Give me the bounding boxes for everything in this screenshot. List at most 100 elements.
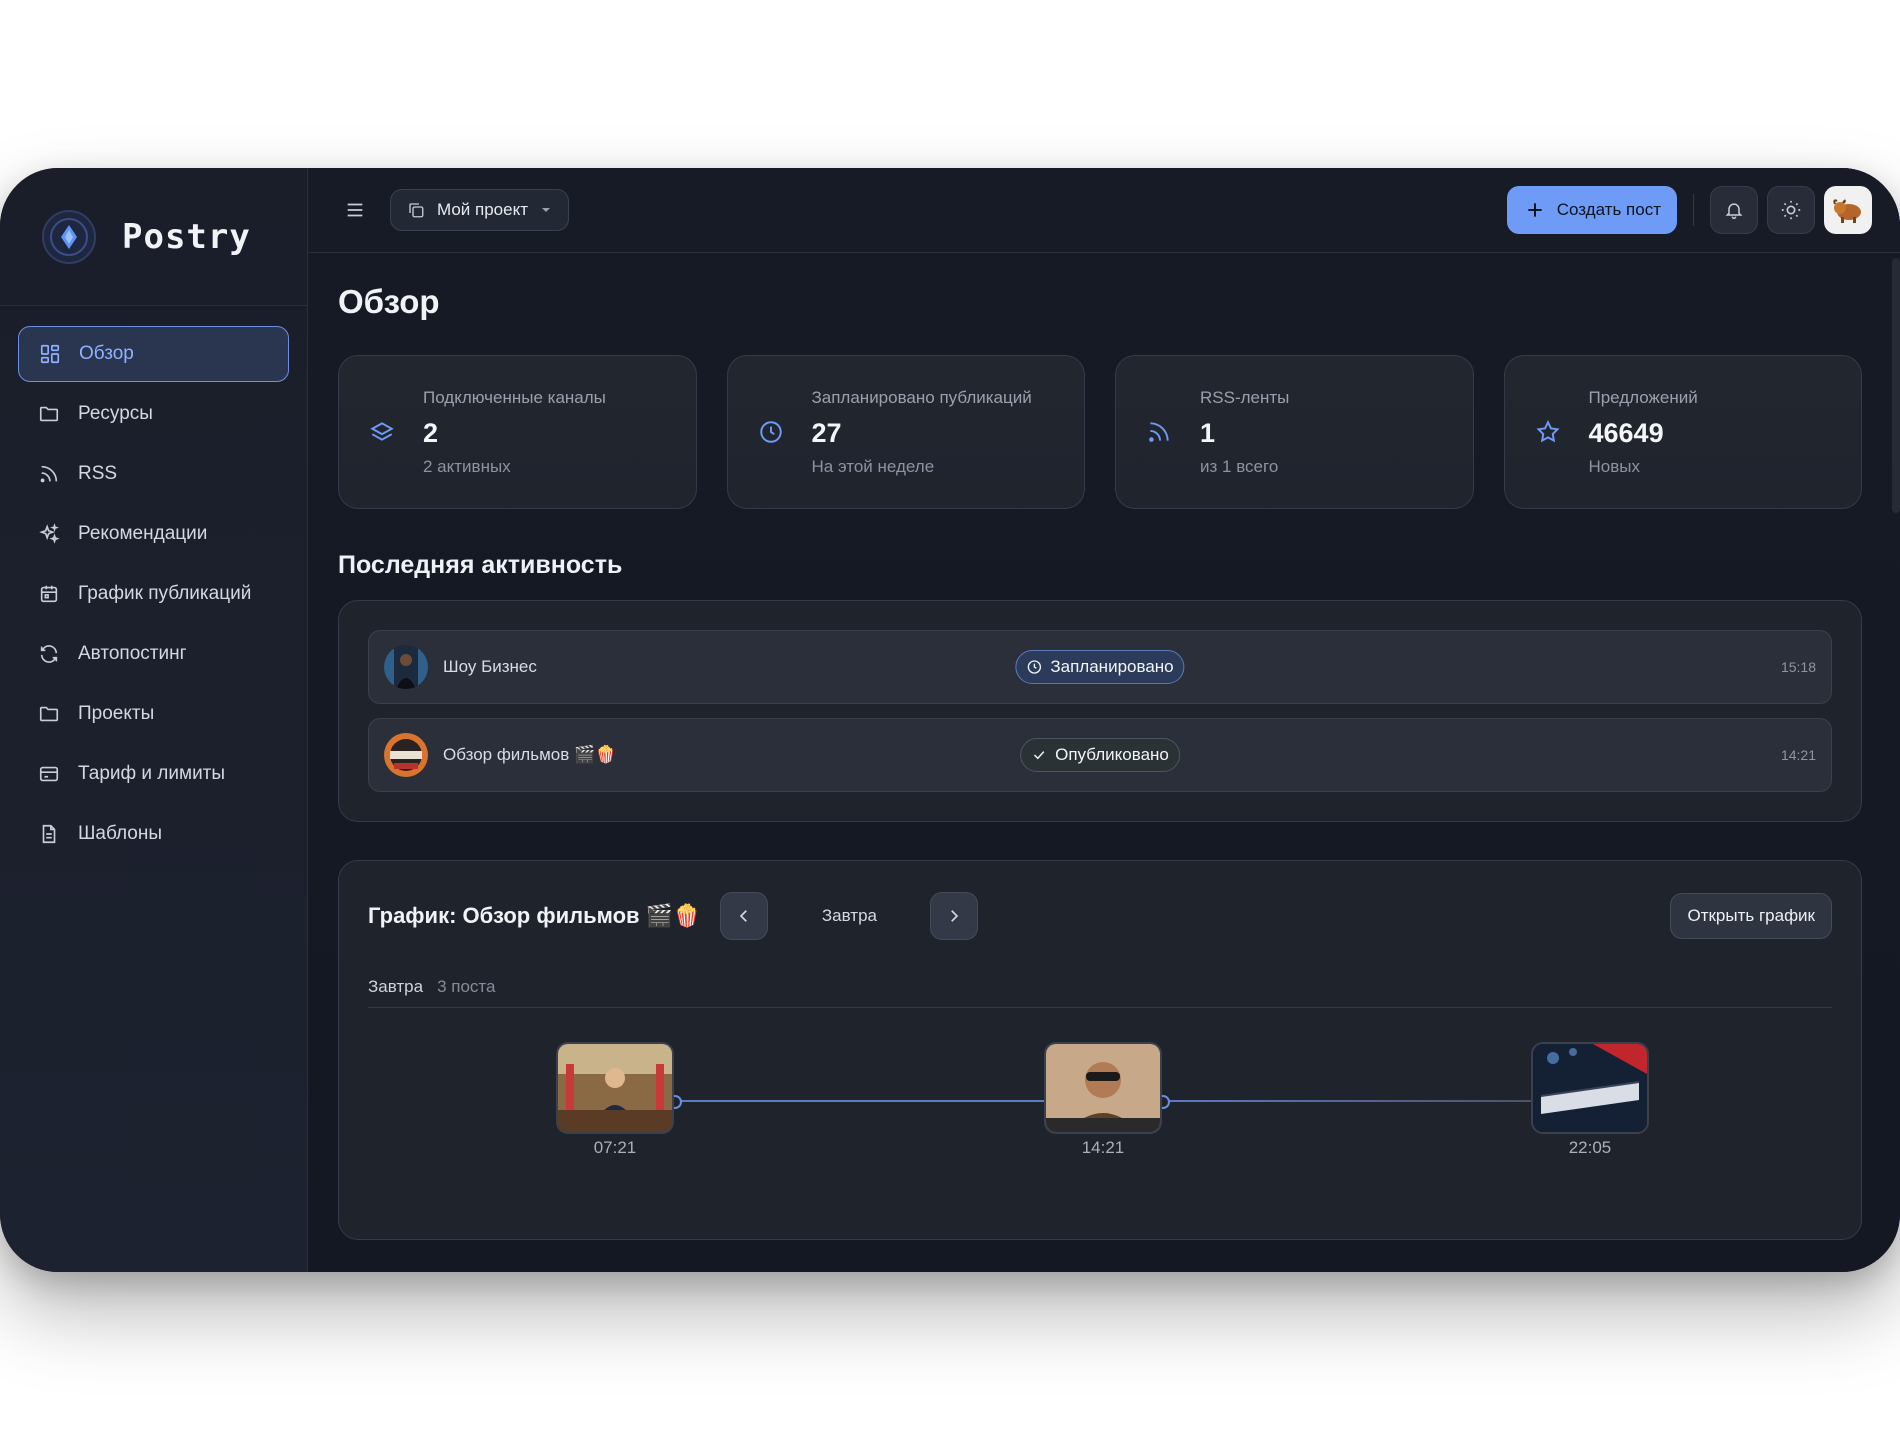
topbar-divider xyxy=(1693,194,1694,226)
stat-sub: На этой неделе xyxy=(811,456,935,476)
stat-sub: Новых xyxy=(1588,456,1640,476)
sidebar-item-rss[interactable]: RSS xyxy=(18,446,289,502)
stat-value: 1 xyxy=(1200,417,1216,448)
notifications-button[interactable] xyxy=(1710,186,1758,234)
document-icon xyxy=(38,823,60,845)
sidebar-item-resources[interactable]: Ресурсы xyxy=(18,386,289,442)
sparkles-icon xyxy=(38,523,60,545)
stat-label: Запланировано публикаций xyxy=(811,387,1032,407)
chevron-left-icon xyxy=(740,910,748,922)
clock-icon xyxy=(1026,659,1042,675)
rss-icon xyxy=(38,463,60,485)
folder-icon xyxy=(38,703,60,725)
sidebar-item-autoposting[interactable]: Автопостинг xyxy=(18,626,289,682)
theme-toggle-button[interactable] xyxy=(1767,186,1815,234)
create-post-button[interactable]: Создать пост xyxy=(1506,186,1677,234)
project-name: Мой проект xyxy=(437,200,529,219)
status-label: Опубликовано xyxy=(1055,745,1169,764)
logo-icon xyxy=(42,209,96,264)
scrollbar[interactable] xyxy=(1892,258,1900,513)
timeline: 07:21 14:21 22:05 xyxy=(368,1042,1832,1172)
timeline-post[interactable]: 22:05 xyxy=(1531,1042,1649,1158)
check-icon xyxy=(1031,747,1047,763)
sidebar-item-templates[interactable]: Шаблоны xyxy=(18,806,289,862)
stat-label: Подключенные каналы xyxy=(423,387,606,407)
logo-area: Postry xyxy=(0,168,307,306)
schedule-title: График: Обзор фильмов 🎬🍿 xyxy=(368,903,701,928)
channel-avatar xyxy=(384,645,428,689)
user-avatar[interactable] xyxy=(1824,186,1872,234)
post-thumbnail xyxy=(1531,1042,1649,1134)
sidebar-item-label: Обзор xyxy=(79,343,134,364)
sidebar-item-label: Проекты xyxy=(78,703,155,724)
sidebar-item-label: Тариф и лимиты xyxy=(78,763,226,784)
post-time: 22:05 xyxy=(1568,1138,1612,1157)
activity-row[interactable]: Шоу Бизнес Запланировано 15:18 xyxy=(368,630,1832,704)
activity-title: Последняя активность xyxy=(338,551,623,579)
status-badge: Запланировано xyxy=(1015,650,1185,684)
day-meta-label: Завтра xyxy=(368,977,424,996)
sidebar-item-label: Автопостинг xyxy=(78,643,187,664)
copy-icon xyxy=(407,201,425,219)
post-time: 14:21 xyxy=(1081,1138,1125,1157)
clock-icon xyxy=(758,419,784,445)
status-badge: Опубликовано xyxy=(1020,738,1180,772)
main-area: Мой проект Создать пост Обзор Подключенн… xyxy=(308,168,1900,1272)
layers-icon xyxy=(369,419,395,445)
post-thumbnail xyxy=(556,1042,674,1134)
channel-name: Обзор фильмов 🎬🍿 xyxy=(443,745,617,764)
stat-card-scheduled: Запланировано публикаций 27 На этой неде… xyxy=(726,355,1085,509)
timeline-post[interactable]: 07:21 xyxy=(556,1042,674,1158)
content: Обзор Подключенные каналы 2 2 активных З… xyxy=(308,283,1900,1240)
activity-time: 15:18 xyxy=(1780,659,1816,675)
post-thumbnail xyxy=(1044,1042,1162,1134)
menu-icon[interactable] xyxy=(340,195,370,225)
calendar-icon xyxy=(38,583,60,605)
grid-icon xyxy=(39,343,61,365)
sidebar-item-schedule[interactable]: График публикаций xyxy=(18,566,289,622)
timeline-post[interactable]: 14:21 xyxy=(1044,1042,1162,1158)
sidebar-item-overview[interactable]: Обзор xyxy=(18,326,289,382)
app-name: Postry xyxy=(122,216,251,257)
stat-value: 46649 xyxy=(1588,417,1664,448)
star-icon xyxy=(1535,419,1561,445)
sidebar-item-projects[interactable]: Проекты xyxy=(18,686,289,742)
post-time: 07:21 xyxy=(593,1138,637,1157)
day-meta: Завтра 3 поста xyxy=(368,967,1832,1007)
sidebar-item-recommendations[interactable]: Рекомендации xyxy=(18,506,289,562)
rss-icon xyxy=(1146,419,1172,445)
post-count: 3 поста xyxy=(437,977,496,996)
day-divider xyxy=(368,1007,1832,1008)
stat-sub: 2 активных xyxy=(423,456,511,476)
stat-value: 27 xyxy=(811,417,842,448)
next-day-button[interactable] xyxy=(930,892,979,940)
folder-icon xyxy=(38,403,60,425)
chevron-right-icon xyxy=(951,910,959,922)
stat-card-rss: RSS-ленты 1 из 1 всего xyxy=(1115,355,1474,509)
credit-card-icon xyxy=(38,763,60,785)
sidebar-item-label: RSS xyxy=(78,463,118,484)
sidebar-nav: Обзор Ресурсы RSS Рекомендации График пу… xyxy=(0,306,307,862)
activity-row[interactable]: Обзор фильмов 🎬🍿 Опубликовано 14:21 xyxy=(368,718,1832,792)
stat-value: 2 xyxy=(423,417,439,448)
stat-card-suggestions: Предложений 46649 Новых xyxy=(1503,355,1862,509)
schedule-card: График: Обзор фильмов 🎬🍿 Завтра Открыть … xyxy=(338,860,1862,1240)
open-schedule-button[interactable]: Открыть график xyxy=(1670,893,1832,939)
refresh-icon xyxy=(38,643,60,665)
prev-day-button[interactable] xyxy=(720,892,769,940)
activity-time: 14:21 xyxy=(1780,747,1816,763)
project-selector[interactable]: Мой проект xyxy=(390,189,570,231)
sidebar: Postry Обзор Ресурсы RSS Рекомендации Гр… xyxy=(0,168,308,1272)
bell-icon xyxy=(1725,203,1743,220)
page-title: Обзор xyxy=(338,283,440,320)
status-label: Запланировано xyxy=(1050,657,1174,676)
stat-label: RSS-ленты xyxy=(1200,387,1290,407)
sidebar-item-label: Ресурсы xyxy=(78,403,153,424)
sidebar-item-label: Шаблоны xyxy=(78,823,163,844)
activity-list: Шоу Бизнес Запланировано 15:18 Обзор фил… xyxy=(338,600,1862,822)
stat-card-channels: Подключенные каналы 2 2 активных xyxy=(338,355,697,509)
sidebar-item-label: Рекомендации xyxy=(78,523,208,544)
avatar-icon xyxy=(1833,199,1861,223)
stats-grid: Подключенные каналы 2 2 активных Заплани… xyxy=(338,355,1862,509)
sidebar-item-billing[interactable]: Тариф и лимиты xyxy=(18,746,289,802)
